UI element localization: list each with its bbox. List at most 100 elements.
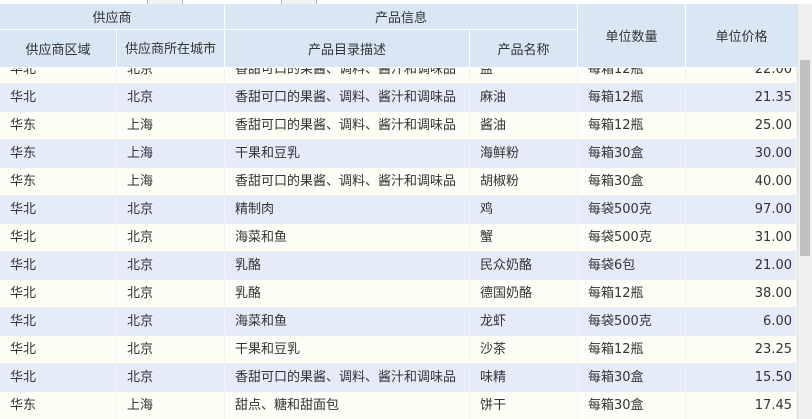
cell-region: 华东	[0, 392, 117, 419]
table-row[interactable]: 华北 北京 乳酪 民众奶酪 每袋6包 21.00	[0, 252, 797, 280]
cell-unit-price: 21.35	[686, 84, 797, 111]
cell-city: 上海	[117, 140, 225, 167]
cell-region: 华北	[0, 224, 117, 251]
table-row[interactable]: 华北 北京 乳酪 德国奶酪 每箱12瓶 38.00	[0, 280, 797, 308]
cell-region: 华北	[0, 252, 117, 279]
table-row[interactable]: 华北 北京 干果和豆乳 沙茶 每箱12瓶 23.25	[0, 336, 797, 364]
cell-product-name: 麻油	[470, 84, 578, 111]
column-header-product-name[interactable]: 产品名称	[470, 30, 578, 68]
cell-category-desc: 海菜和鱼	[225, 224, 470, 251]
cell-region: 华北	[0, 84, 117, 111]
cell-unit-qty: 每箱30盒	[578, 140, 686, 167]
table-row[interactable]: 华东 上海 甜点、糖和甜面包 饼干 每箱30盒 17.45	[0, 392, 797, 419]
cell-category-desc: 干果和豆乳	[225, 140, 470, 167]
cell-city: 北京	[117, 196, 225, 223]
cell-product-name: 鸡	[470, 196, 578, 223]
cell-city: 北京	[117, 68, 225, 83]
cell-product-name: 味精	[470, 364, 578, 391]
table-row[interactable]: 华东 上海 干果和豆乳 海鲜粉 每箱30盒 30.00	[0, 140, 797, 168]
header-group-supplier: 供应商	[0, 4, 225, 30]
cell-product-name: 酱油	[470, 112, 578, 139]
cell-unit-qty: 每箱12瓶	[578, 112, 686, 139]
column-header-unit-price[interactable]: 单位价格	[686, 4, 797, 68]
cell-region: 华东	[0, 140, 117, 167]
column-header-unit-qty[interactable]: 单位数量	[578, 4, 686, 68]
cell-unit-qty: 每袋500克	[578, 308, 686, 335]
cell-unit-price: 31.00	[686, 224, 797, 251]
column-header-city[interactable]: 供应商所在城市	[117, 30, 225, 68]
table-row[interactable]: 华东 上海 香甜可口的果酱、调料、酱汁和调味品 胡椒粉 每箱30盒 40.00	[0, 168, 797, 196]
cell-category-desc: 香甜可口的果酱、调料、酱汁和调味品	[225, 84, 470, 111]
cell-city: 北京	[117, 280, 225, 307]
cell-city: 北京	[117, 84, 225, 111]
table-row[interactable]: 华北 北京 香甜可口的果酱、调料、酱汁和调味品 麻油 每箱12瓶 21.35	[0, 84, 797, 112]
cell-city: 上海	[117, 112, 225, 139]
cell-unit-qty: 每箱12瓶	[578, 84, 686, 111]
cell-category-desc: 甜点、糖和甜面包	[225, 392, 470, 419]
cell-category-desc: 海菜和鱼	[225, 308, 470, 335]
cell-city: 北京	[117, 252, 225, 279]
cell-unit-price: 23.25	[686, 336, 797, 363]
grid-body: 华北 北京 香甜可口的果酱、调料、酱汁和调味品盐每箱12瓶 22.00 华北 北京 香甜可口…	[0, 68, 797, 419]
cell-region: 华北	[0, 308, 117, 335]
cell-region: 华北	[0, 280, 117, 307]
cell-unit-qty: 每袋6包	[578, 252, 686, 279]
cell-product-name: 蟹	[470, 224, 578, 251]
cell-city: 北京	[117, 364, 225, 391]
cell-region: 华北	[0, 364, 117, 391]
cell-category-desc: 乳酪	[225, 252, 470, 279]
cell-category-desc: 精制肉	[225, 196, 470, 223]
cell-unit-qty: 每箱30盒	[578, 364, 686, 391]
cell-region: 华北	[0, 196, 117, 223]
cell-category-desc: 干果和豆乳	[225, 336, 470, 363]
cell-unit-qty: 每袋500克	[578, 196, 686, 223]
cell-unit-qty: 每袋500克	[578, 224, 686, 251]
column-header-region[interactable]: 供应商区域	[0, 30, 117, 68]
grid-header: 供应商 产品信息 供应商区域 供应商所在城市 产品目录描述 产品名称 单位数量 …	[0, 4, 797, 68]
data-grid: 供应商 产品信息 供应商区域 供应商所在城市 产品目录描述 产品名称 单位数量 …	[0, 4, 797, 419]
cell-category-desc: 香甜可口的果酱、调料、酱汁和调味品	[225, 364, 470, 391]
table-row[interactable]: 华北 北京 香甜可口的果酱、调料、酱汁和调味品盐每箱12瓶 22.00	[0, 68, 797, 84]
cell-unit-price: 25.00	[686, 112, 797, 139]
cell-category-desc: 乳酪	[225, 280, 470, 307]
cell-region: 华东	[0, 168, 117, 195]
vertical-scrollbar[interactable]	[797, 4, 812, 419]
table-row[interactable]: 华北 北京 精制肉鸡每袋500克 97.00	[0, 196, 797, 224]
cell-unit-price: 97.00	[686, 196, 797, 223]
table-row[interactable]: 华北 北京 海菜和鱼蟹每袋500克 31.00	[0, 224, 797, 252]
cell-region: 华东	[0, 112, 117, 139]
cell-product-name: 德国奶酪	[470, 280, 578, 307]
cell-unit-price: 15.50	[686, 364, 797, 391]
cell-product-name: 盐	[470, 68, 578, 83]
cell-city: 北京	[117, 224, 225, 251]
table-row[interactable]: 华北 北京 海菜和鱼 龙虾 每袋500克 6.00	[0, 308, 797, 336]
cell-unit-price: 6.00	[686, 308, 797, 335]
grid-rows: 华北 北京 香甜可口的果酱、调料、酱汁和调味品盐每箱12瓶 22.00 华北 北京 香甜可口…	[0, 68, 797, 419]
cell-unit-qty: 每箱12瓶	[578, 68, 686, 83]
cell-category-desc: 香甜可口的果酱、调料、酱汁和调味品	[225, 168, 470, 195]
cell-unit-qty: 每箱30盒	[578, 392, 686, 419]
cell-unit-qty: 每箱12瓶	[578, 336, 686, 363]
header-group-product: 产品信息	[225, 4, 578, 30]
cell-unit-price: 40.00	[686, 168, 797, 195]
cell-unit-price: 38.00	[686, 280, 797, 307]
cell-product-name: 胡椒粉	[470, 168, 578, 195]
scrollbar-thumb[interactable]	[800, 60, 810, 256]
cell-region: 华北	[0, 336, 117, 363]
cell-region: 华北	[0, 68, 117, 83]
cell-unit-qty: 每箱12瓶	[578, 280, 686, 307]
cell-city: 上海	[117, 168, 225, 195]
cell-product-name: 饼干	[470, 392, 578, 419]
cell-product-name: 龙虾	[470, 308, 578, 335]
table-row[interactable]: 华东 上海 香甜可口的果酱、调料、酱汁和调味品 酱油 每箱12瓶 25.00	[0, 112, 797, 140]
cell-product-name: 沙茶	[470, 336, 578, 363]
table-row[interactable]: 华北 北京 香甜可口的果酱、调料、酱汁和调味品 味精 每箱30盒 15.50	[0, 364, 797, 392]
column-header-category-desc[interactable]: 产品目录描述	[225, 30, 470, 68]
cell-product-name: 民众奶酪	[470, 252, 578, 279]
cell-city: 北京	[117, 308, 225, 335]
cell-unit-price: 30.00	[686, 140, 797, 167]
cell-city: 上海	[117, 392, 225, 419]
cell-product-name: 海鲜粉	[470, 140, 578, 167]
cell-category-desc: 香甜可口的果酱、调料、酱汁和调味品	[225, 112, 470, 139]
cell-category-desc: 香甜可口的果酱、调料、酱汁和调味品	[225, 68, 470, 83]
